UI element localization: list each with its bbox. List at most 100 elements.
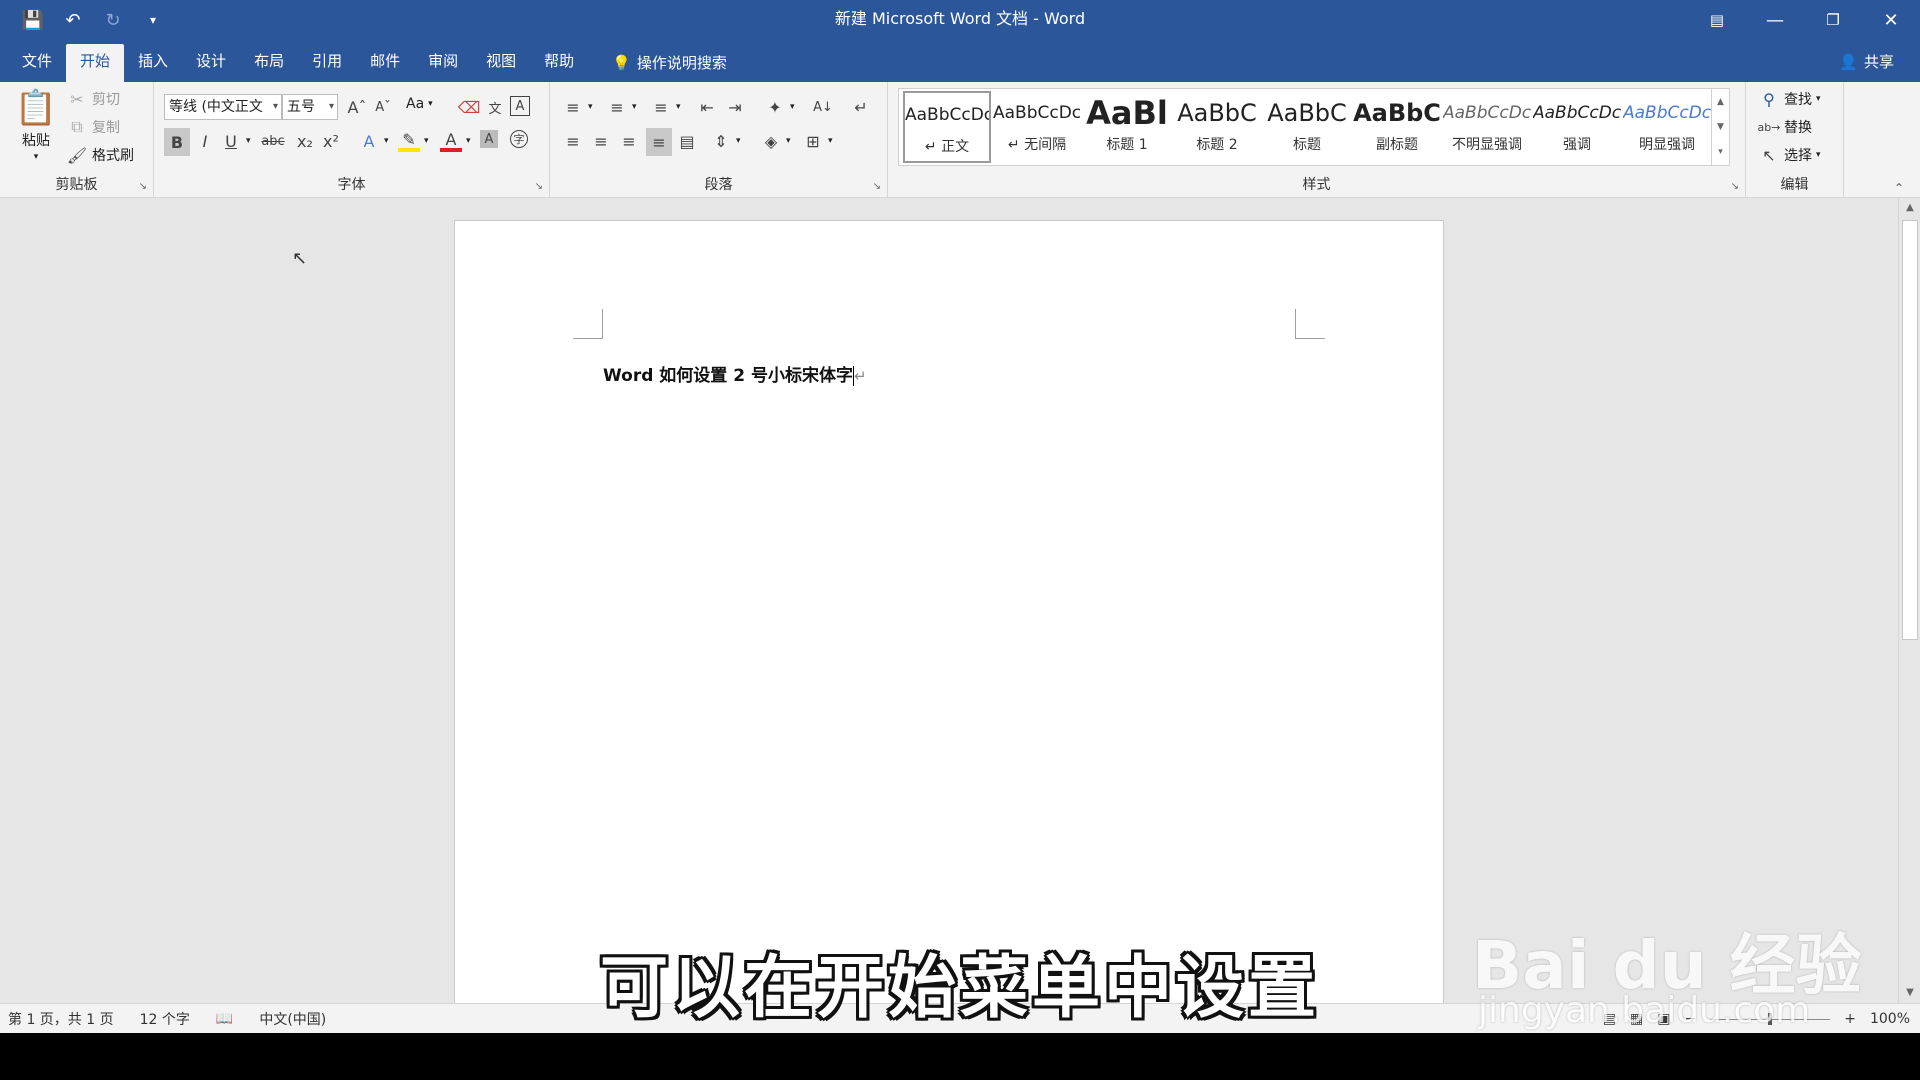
cut-button[interactable]: ✂ 剪切 <box>66 88 120 110</box>
multilevel-list-button[interactable]: ≡ ▾ <box>650 96 681 118</box>
paragraph-group: ≡ ▾ ≡ ▾ ≡ ▾ ⇤ ⇥ ✦ ▾ A↓ ↵ ≡ ≡ ≡ ≡ ▤ ⇕ ▾ ◈ ▾ ⊞ ▾ … <box>550 82 888 198</box>
style-subtitle[interactable]: AaBbC 副标题 <box>1353 91 1441 163</box>
font-size-combo[interactable]: 五号 ▾ <box>282 94 338 120</box>
dialog-launcher-icon[interactable]: ↘ <box>1731 181 1739 192</box>
customize-qat-icon[interactable]: ▾ <box>138 6 168 34</box>
character-shading-icon: A <box>480 130 498 148</box>
justify-button[interactable]: ≡ <box>646 128 672 156</box>
select-button[interactable]: ↖ 选择 ▾ <box>1758 144 1820 166</box>
document-paragraph[interactable]: Word 如何设置 2 号小标宋体字↵ <box>603 361 867 386</box>
more-icon[interactable]: ▾ <box>1718 147 1723 157</box>
bullets-button[interactable]: ≡ ▾ <box>562 96 592 118</box>
enclose-characters-button[interactable]: 字 <box>510 130 528 148</box>
align-right-button[interactable]: ≡ <box>618 130 640 152</box>
tell-me-search[interactable]: 💡 操作说明搜索 <box>588 44 741 82</box>
subscript-button[interactable]: x₂ <box>294 130 316 152</box>
shrink-font-button[interactable]: Aˇ <box>372 96 394 118</box>
collapse-ribbon-icon[interactable]: ⌃ <box>1894 181 1904 195</box>
line-spacing-button[interactable]: ⇕ ▾ <box>710 130 740 152</box>
sort-button[interactable]: A↓ <box>812 96 834 118</box>
justify-icon: ≡ <box>646 128 672 156</box>
tab-file[interactable]: 文件 <box>8 44 66 82</box>
distributed-button[interactable]: ▤ <box>676 130 698 152</box>
align-center-button[interactable]: ≡ <box>590 130 612 152</box>
copy-icon: ⧉ <box>71 117 83 136</box>
share-button[interactable]: 👤 共享 <box>1839 48 1894 76</box>
vertical-scrollbar[interactable]: ▲ ▼ <box>1898 198 1920 1003</box>
replace-button[interactable]: ab→ 替换 <box>1758 116 1812 138</box>
style-emphasis[interactable]: AaBbCcDc 强调 <box>1533 91 1621 163</box>
superscript-button[interactable]: x² <box>320 130 342 152</box>
chevron-down-icon: ▾ <box>676 102 681 112</box>
document-text[interactable]: Word 如何设置 2 号小标宋体字 <box>603 366 853 386</box>
italic-icon: I <box>202 131 208 151</box>
tab-mailings[interactable]: 邮件 <box>356 44 414 82</box>
character-shading-button[interactable]: A <box>480 130 498 148</box>
decrease-indent-button[interactable]: ⇤ <box>696 96 718 118</box>
phonetic-guide-button[interactable]: 文 <box>484 96 506 118</box>
grow-font-icon: Aˆ <box>347 97 367 117</box>
font-color-button[interactable]: A ▾ <box>440 130 471 152</box>
copy-button[interactable]: ⧉ 复制 <box>66 116 120 138</box>
tab-help[interactable]: 帮助 <box>530 44 588 82</box>
minimize-icon[interactable]: — <box>1746 0 1804 40</box>
chevron-down-icon: ▾ <box>790 102 795 112</box>
font-family-combo[interactable]: 等线 (中文正文 ▾ <box>164 94 282 120</box>
format-painter-button[interactable]: 🖌 格式刷 <box>66 144 134 166</box>
borders-button[interactable]: ⊞ ▾ <box>802 130 832 152</box>
scroll-down-icon[interactable]: ▼ <box>1717 122 1724 132</box>
scrollbar-thumb[interactable] <box>1902 220 1918 640</box>
tab-review[interactable]: 审阅 <box>414 44 472 82</box>
editing-group-label: 编辑 <box>1780 177 1809 193</box>
tab-insert[interactable]: 插入 <box>124 44 182 82</box>
dialog-launcher-icon[interactable]: ↘ <box>535 181 543 192</box>
change-case-button[interactable]: Aa ▾ <box>406 96 433 112</box>
ribbon-display-icon[interactable]: ▤ <box>1688 0 1746 40</box>
strikethrough-button[interactable]: abc <box>261 130 284 152</box>
tab-layout[interactable]: 布局 <box>240 44 298 82</box>
style-name: ↵ 正文 <box>924 139 970 155</box>
shading-button[interactable]: ◈ ▾ <box>760 130 791 152</box>
find-label: 查找 <box>1784 92 1812 108</box>
baidu-watermark: Bai du 经验 jingyan.baidu.com <box>1472 872 1892 1032</box>
numbering-button[interactable]: ≡ ▾ <box>606 96 636 118</box>
bold-button[interactable]: B <box>164 128 190 156</box>
close-icon[interactable]: ✕ <box>1862 0 1920 40</box>
dialog-launcher-icon[interactable]: ↘ <box>139 181 147 192</box>
paste-button[interactable]: 📋 粘贴 ▾ <box>14 88 58 162</box>
redo-icon[interactable]: ↻ <box>98 6 128 34</box>
italic-button[interactable]: I <box>194 130 216 152</box>
style-heading-2[interactable]: AaBbC 标题 2 <box>1173 91 1261 163</box>
style-preview: AaBbCcDc <box>905 105 989 125</box>
text-effects-button[interactable]: A ▾ <box>358 130 389 152</box>
style-subtle-emphasis[interactable]: AaBbCcDc 不明显强调 <box>1443 91 1531 163</box>
font-size-value: 五号 <box>287 99 315 115</box>
sort-icon: A↓ <box>813 99 833 115</box>
chinese-layout-button[interactable]: ✦ ▾ <box>764 96 795 118</box>
highlight-button[interactable]: ✎ ▾ <box>398 130 429 152</box>
restore-icon[interactable]: ❐ <box>1804 0 1862 40</box>
tab-design[interactable]: 设计 <box>182 44 240 82</box>
clear-formatting-button[interactable]: ⌫ <box>458 96 481 118</box>
show-marks-button[interactable]: ↵ <box>850 96 872 118</box>
tab-view[interactable]: 视图 <box>472 44 530 82</box>
align-left-button[interactable]: ≡ <box>562 130 584 152</box>
style-no-spacing[interactable]: AaBbCcDc ↵ 无间隔 <box>993 91 1081 163</box>
grow-font-button[interactable]: Aˆ <box>346 96 368 118</box>
document-page[interactable]: Word 如何设置 2 号小标宋体字↵ <box>454 220 1444 1010</box>
scroll-up-icon[interactable]: ▲ <box>1899 198 1920 218</box>
underline-button[interactable]: U ▾ <box>220 130 250 152</box>
find-button[interactable]: ⚲ 查找 ▾ <box>1758 88 1820 110</box>
undo-icon[interactable]: ↶ <box>58 6 88 34</box>
character-border-button[interactable]: A <box>510 96 530 116</box>
scroll-up-icon[interactable]: ▲ <box>1717 97 1724 107</box>
tab-home[interactable]: 开始 <box>66 44 125 82</box>
style-heading-1[interactable]: AaBl 标题 1 <box>1083 91 1171 163</box>
dialog-launcher-icon[interactable]: ↘ <box>873 181 881 192</box>
style-normal[interactable]: AaBbCcDc ↵ 正文 <box>903 91 991 163</box>
tab-references[interactable]: 引用 <box>298 44 356 82</box>
style-intense-emphasis[interactable]: AaBbCcDc 明显强调 <box>1623 91 1711 163</box>
save-icon[interactable]: 💾 <box>18 6 48 34</box>
increase-indent-button[interactable]: ⇥ <box>724 96 746 118</box>
style-title[interactable]: AaBbC 标题 <box>1263 91 1351 163</box>
